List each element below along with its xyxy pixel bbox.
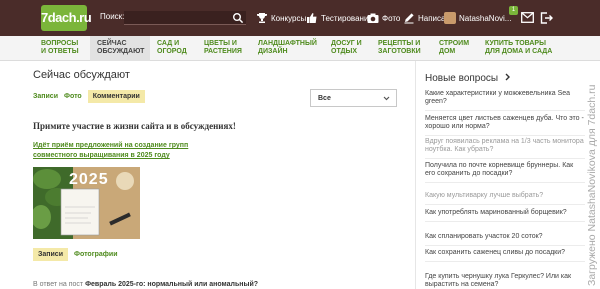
site-logo[interactable]: 7dach.ru [41,5,92,31]
avatar [444,12,456,24]
nav-shop[interactable]: КУПИТЬ ТОВАРЫ ДЛЯ ДОМА И САДА [485,36,552,61]
filter-select[interactable]: Все [310,89,397,107]
nav-discussing[interactable]: СЕЙЧАС ОБСУЖДАЮТ [90,36,150,61]
sidebar-title[interactable]: Новые вопросы [425,73,511,84]
bottom-tabs: Записи Фотографии [33,248,118,261]
main-nav: ВОПРОСЫ И ОТВЕТЫ СЕЙЧАС ОБСУЖДАЮТ САД И ОГО… [0,36,600,61]
notification-badge[interactable]: 1 [509,6,518,15]
sidebar-question[interactable]: Как спланировать участок 20 соток? [425,233,585,246]
sidebar-question[interactable]: Как сохранить саженец сливы до посадки? [425,249,585,262]
filter-select-value: Все [318,95,331,102]
chevron-right-icon [505,73,510,81]
chevron-down-icon [383,96,390,101]
trophy-icon [257,13,267,23]
contests-label: Конкурсы [271,13,307,23]
logout-icon[interactable] [540,12,553,24]
sidebar-question[interactable]: Какую мультиварку лучше выбрать? [425,192,585,205]
intro-text: Примите участие в жизни сайта и в обсужд… [33,121,236,131]
tab-bottom-photos[interactable]: Фотографии [74,251,118,258]
nav-leisure[interactable]: ДОСУГ И ОТДЫХ [331,36,362,61]
sidebar-question[interactable]: Как употреблять маринованный борщевик? [425,209,585,222]
tab-photos[interactable]: Фото [64,93,82,100]
nav-questions[interactable]: ВОПРОСЫ И ОТВЕТЫ [41,36,79,61]
pencil-icon [404,13,414,24]
user-name: NatashaNovi... [459,13,512,23]
sidebar-question[interactable]: Получила по почте корневище бруннеры. Ка… [425,162,585,183]
tab-bottom-posts[interactable]: Записи [33,248,69,261]
user-menu[interactable]: NatashaNovi... [444,10,511,26]
page: 7dach.ru Поиск: Конкурсы Тестирования Фо… [0,0,600,289]
sidebar-question[interactable]: Меняется цвет листьев саженцев дуба. Что… [425,115,585,136]
post-image[interactable]: 2025 [33,167,140,239]
search-label: Поиск: [100,12,125,21]
nav-building[interactable]: СТРОИМ ДОМ [439,36,469,61]
content-type-tabs: Записи Фото Комментарии [33,90,145,103]
watermark: Загружено NatashaNovikova для 7dach.ru [586,84,598,286]
page-title: Сейчас обсуждают [33,69,130,81]
photo-link[interactable]: Фото [367,10,400,26]
mail-icon[interactable] [521,12,534,23]
tests-label: Тестирования [321,13,373,23]
search-input[interactable] [124,11,246,25]
search-icon[interactable] [232,12,244,24]
sidebar-question[interactable]: Какие характеристики у можжевельника Sea… [425,90,585,111]
nav-landscape[interactable]: ЛАНДШАФТНЫЙ ДИЗАЙН [258,36,317,61]
reply-context: В ответ на пост Февраль 2025-го: нормаль… [33,281,258,288]
tab-comments[interactable]: Комментарии [87,90,145,103]
image-year: 2025 [69,171,109,188]
sidebar-question[interactable]: Вдруг появилась реклама на 1/3 часть мон… [425,138,585,159]
contests-link[interactable]: Конкурсы [256,10,306,26]
photo-label: Фото [382,13,401,23]
reply-prefix: В ответ на пост [33,281,84,288]
sidebar: Новые вопросы Какие характеристики у мож… [415,61,585,289]
nav-flowers[interactable]: ЦВЕТЫ И РАСТЕНИЯ [204,36,242,61]
nav-recipes[interactable]: РЕЦЕПТЫ И ЗАГОТОВКИ [378,36,421,61]
tests-link[interactable]: Тестирования [306,10,373,26]
camera-icon [367,13,379,23]
nav-garden[interactable]: САД И ОГОРОД [157,36,187,61]
sidebar-question[interactable]: Где купить чернушку лука Геркулес? Или к… [425,273,585,289]
watermark-text: Загружено NatashaNovikova для 7dach.ru [586,84,598,286]
tab-posts[interactable]: Записи [33,93,58,100]
thumbs-up-icon [307,13,317,23]
top-bar: 7dach.ru Поиск: Конкурсы Тестирования Фо… [0,0,600,36]
post-link[interactable]: Идёт приём предложений на создание групп… [33,141,193,161]
reply-post-title[interactable]: Февраль 2025-го: нормальный или аномальн… [85,281,258,288]
